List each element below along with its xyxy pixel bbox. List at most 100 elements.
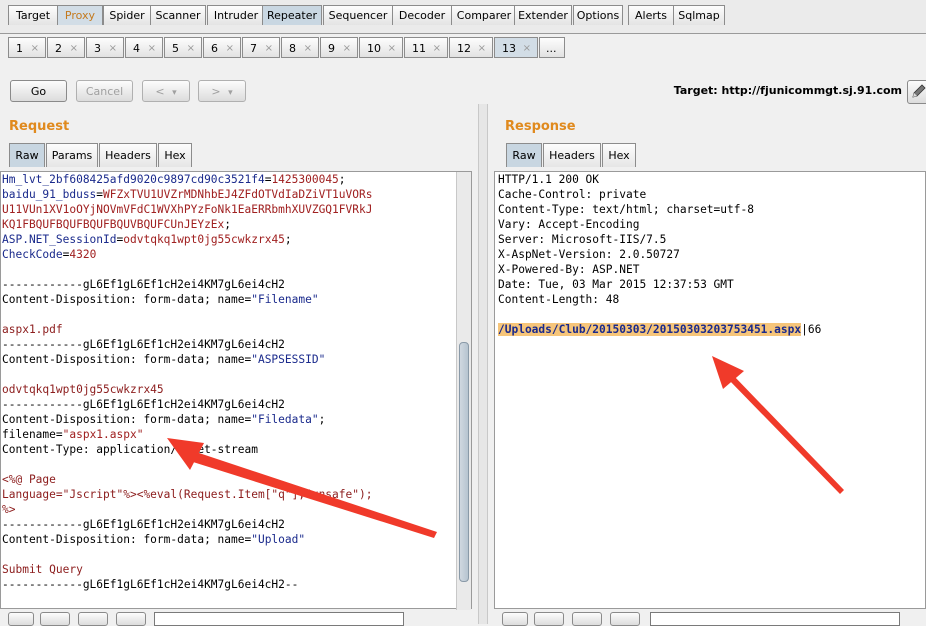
text-segment: Server: Microsoft-IIS/7.5 xyxy=(498,233,667,246)
request-tab-hex[interactable]: Hex xyxy=(158,143,192,167)
close-icon[interactable]: × xyxy=(478,38,486,59)
back-menu-icon: ▾ xyxy=(172,88,177,98)
back-button[interactable]: < ▾ xyxy=(142,80,190,102)
repeater-tab-label: 2 xyxy=(55,42,62,55)
text-segment: X-AspNet-Version: 2.0.50727 xyxy=(498,248,680,261)
text-segment: "ASPSESSID" xyxy=(251,353,326,366)
request-tab-raw[interactable]: Raw xyxy=(9,143,45,167)
request-tab-params[interactable]: Params xyxy=(46,143,98,167)
request-scrollbar-thumb[interactable] xyxy=(459,342,469,582)
request-scrollbar[interactable] xyxy=(456,172,471,610)
repeater-tab-label: 9 xyxy=(328,42,335,55)
forward-arrow-icon: > xyxy=(211,85,221,98)
tool-tab-options[interactable]: Options xyxy=(573,5,623,25)
text-segment: ; xyxy=(224,218,232,231)
close-icon[interactable]: × xyxy=(523,38,531,59)
editor-line: CheckCode=4320 xyxy=(2,247,471,262)
editor-line: ------------gL6Ef1gL6Ef1cH2ei4KM7gL6ei4c… xyxy=(2,397,471,412)
editor-line: filename="aspx1.aspx" xyxy=(2,427,471,442)
text-segment: ASP.NET_SessionId xyxy=(2,233,117,246)
editor-line: Cache-Control: private xyxy=(498,187,925,202)
repeater-tab-more[interactable]: ... xyxy=(539,37,565,58)
tool-tab-scanner[interactable]: Scanner xyxy=(150,5,206,25)
panel-splitter[interactable] xyxy=(478,104,488,624)
text-segment: ------------gL6Ef1gL6Ef1cH2ei4KM7gL6ei4c… xyxy=(2,338,285,351)
text-segment: ------------gL6Ef1gL6Ef1cH2ei4KM7gL6ei4c… xyxy=(2,518,285,531)
forward-button[interactable]: > ▾ xyxy=(198,80,246,102)
tool-tab-sequencer[interactable]: Sequencer xyxy=(323,5,393,25)
tool-tab-extender[interactable]: Extender xyxy=(514,5,572,25)
tool-tab-bar: Target Proxy Spider Scanner Intruder Repeater… xyxy=(0,0,926,33)
repeater-tab-label: 6 xyxy=(211,42,218,55)
text-segment: baidu_91_bduss xyxy=(2,188,97,201)
forward-menu-icon: ▾ xyxy=(228,88,233,98)
repeater-tab-3[interactable]: 3 × xyxy=(86,37,124,58)
repeater-tab-11[interactable]: 11 × xyxy=(404,37,448,58)
repeater-tab-8[interactable]: 8 × xyxy=(281,37,319,58)
edit-target-button[interactable] xyxy=(907,80,926,104)
repeater-tab-label: 12 xyxy=(457,42,471,55)
response-tab-headers[interactable]: Headers xyxy=(543,143,601,167)
tool-tab-target[interactable]: Target xyxy=(8,5,58,25)
text-segment: HTTP/1.1 200 OK xyxy=(498,173,600,186)
editor-line: Server: Microsoft-IIS/7.5 xyxy=(498,232,925,247)
tool-tab-decoder[interactable]: Decoder xyxy=(392,5,452,25)
repeater-tab-9[interactable]: 9 × xyxy=(320,37,358,58)
repeater-tab-1[interactable]: 1 × xyxy=(8,37,46,58)
text-segment: Language="Jscript"%><%eval(Request.Item[… xyxy=(2,488,373,501)
response-editor[interactable]: HTTP/1.1 200 OK Cache-Control: private Con… xyxy=(494,171,926,609)
repeater-tab-label: ... xyxy=(546,42,557,55)
response-tab-raw[interactable]: Raw xyxy=(506,143,542,167)
repeater-tab-12[interactable]: 12 × xyxy=(449,37,493,58)
tool-tab-intruder[interactable]: Intruder xyxy=(207,5,265,25)
repeater-tab-10[interactable]: 10 × xyxy=(359,37,403,58)
close-icon[interactable]: × xyxy=(304,38,312,59)
repeater-tab-7[interactable]: 7 × xyxy=(242,37,280,58)
editor-line: Content-Disposition: form-data; name="Fi… xyxy=(2,412,471,427)
repeater-tab-label: 13 xyxy=(502,42,516,55)
tool-tab-sqlmap[interactable]: Sqlmap xyxy=(673,5,725,25)
text-segment: ; xyxy=(338,173,346,186)
close-icon[interactable]: × xyxy=(148,38,156,59)
text-segment: 4320 xyxy=(69,248,97,261)
close-icon[interactable]: × xyxy=(31,38,39,59)
close-icon[interactable]: × xyxy=(388,38,396,59)
text-segment: "Upload" xyxy=(251,533,306,546)
close-icon[interactable]: × xyxy=(109,38,117,59)
text-segment: odvtqkq1wpt0jg55cwkzrx45 xyxy=(123,233,285,246)
editor-line: U11VUn1XV1oOYjNOVmVFdC1WVXhPYzFoNk1EaERR… xyxy=(2,202,471,217)
tool-tab-comparer[interactable]: Comparer xyxy=(451,5,517,25)
repeater-tab-5[interactable]: 5 × xyxy=(164,37,202,58)
text-segment: Date: Tue, 03 Mar 2015 12:37:53 GMT xyxy=(498,278,734,291)
editor-line: ------------gL6Ef1gL6Ef1cH2ei4KM7gL6ei4c… xyxy=(2,577,471,592)
response-tab-hex[interactable]: Hex xyxy=(602,143,636,167)
close-icon[interactable]: × xyxy=(187,38,195,59)
editor-line: ------------gL6Ef1gL6Ef1cH2ei4KM7gL6ei4c… xyxy=(2,277,471,292)
text-segment: ------------gL6Ef1gL6Ef1cH2ei4KM7gL6ei4c… xyxy=(2,398,285,411)
cancel-button[interactable]: Cancel xyxy=(76,80,133,102)
tool-tab-proxy[interactable]: Proxy xyxy=(57,5,103,25)
repeater-tab-6[interactable]: 6 × xyxy=(203,37,241,58)
close-icon[interactable]: × xyxy=(265,38,273,59)
tool-tab-alerts[interactable]: Alerts xyxy=(628,5,674,25)
close-icon[interactable]: × xyxy=(226,38,234,59)
editor-line: Language="Jscript"%><%eval(Request.Item[… xyxy=(2,487,471,502)
repeater-tab-4[interactable]: 4 × xyxy=(125,37,163,58)
editor-line: KQ1FBQUFBQUFBQUFBQUVBQUFCUnJEYzEx; xyxy=(2,217,471,232)
repeater-tab-label: 7 xyxy=(250,42,257,55)
editor-line: ASP.NET_SessionId=odvtqkq1wpt0jg55cwkzrx… xyxy=(2,232,471,247)
close-icon[interactable]: × xyxy=(70,38,78,59)
request-tab-headers[interactable]: Headers xyxy=(99,143,157,167)
close-icon[interactable]: × xyxy=(343,38,351,59)
close-icon[interactable]: × xyxy=(433,38,441,59)
request-editor[interactable]: Hm_lvt_2bf608425afd9020c9897cd90c3521f4=… xyxy=(0,171,472,609)
repeater-tab-13[interactable]: 13 × xyxy=(494,37,538,58)
tool-tab-spider[interactable]: Spider xyxy=(103,5,151,25)
text-segment: Vary: Accept-Encoding xyxy=(498,218,640,231)
repeater-tab-2[interactable]: 2 × xyxy=(47,37,85,58)
go-button[interactable]: Go xyxy=(10,80,67,102)
text-segment: aspx1.pdf xyxy=(2,323,63,336)
tool-tab-repeater[interactable]: Repeater xyxy=(262,5,322,25)
